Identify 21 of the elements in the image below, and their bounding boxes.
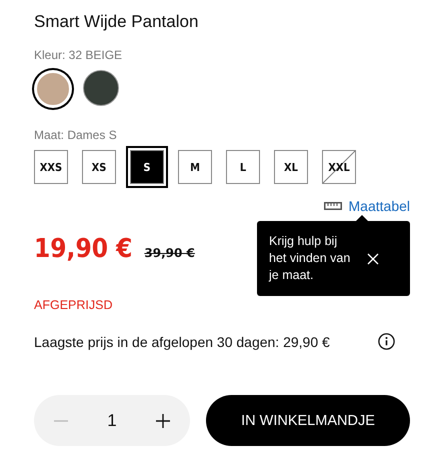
sale-price: 19,90 €: [34, 234, 132, 264]
color-swatch[interactable]: [83, 70, 119, 106]
size-button[interactable]: XXS: [34, 150, 68, 184]
size-button[interactable]: M: [178, 150, 212, 184]
info-icon[interactable]: [378, 333, 395, 350]
original-price: 39,90 €: [144, 246, 195, 260]
close-icon[interactable]: [367, 252, 379, 264]
size-label: Maat: Dames S: [34, 128, 118, 142]
color-label: Kleur: 32 BEIGE: [34, 48, 124, 62]
size-button[interactable]: L: [226, 150, 260, 184]
plus-icon[interactable]: [156, 414, 170, 428]
tooltip-text: Krijg hulp bij het vinden van je maat.: [269, 233, 352, 284]
quantity-value: 1: [107, 410, 117, 430]
add-to-cart-button[interactable]: IN WINKELMANDJE: [206, 395, 410, 446]
lowest-price-note: Laagste prijs in de afgelopen 30 dagen: 29,90 €: [34, 334, 330, 350]
size-button[interactable]: XS: [82, 150, 116, 184]
size-chart-link[interactable]: Maattabel: [324, 198, 410, 214]
ruler-icon: [324, 202, 342, 210]
product-title: Smart Wijde Pantalon: [34, 12, 200, 32]
sale-label: AFGEPRIJSD: [34, 298, 112, 312]
size-button[interactable]: XL: [274, 150, 308, 184]
